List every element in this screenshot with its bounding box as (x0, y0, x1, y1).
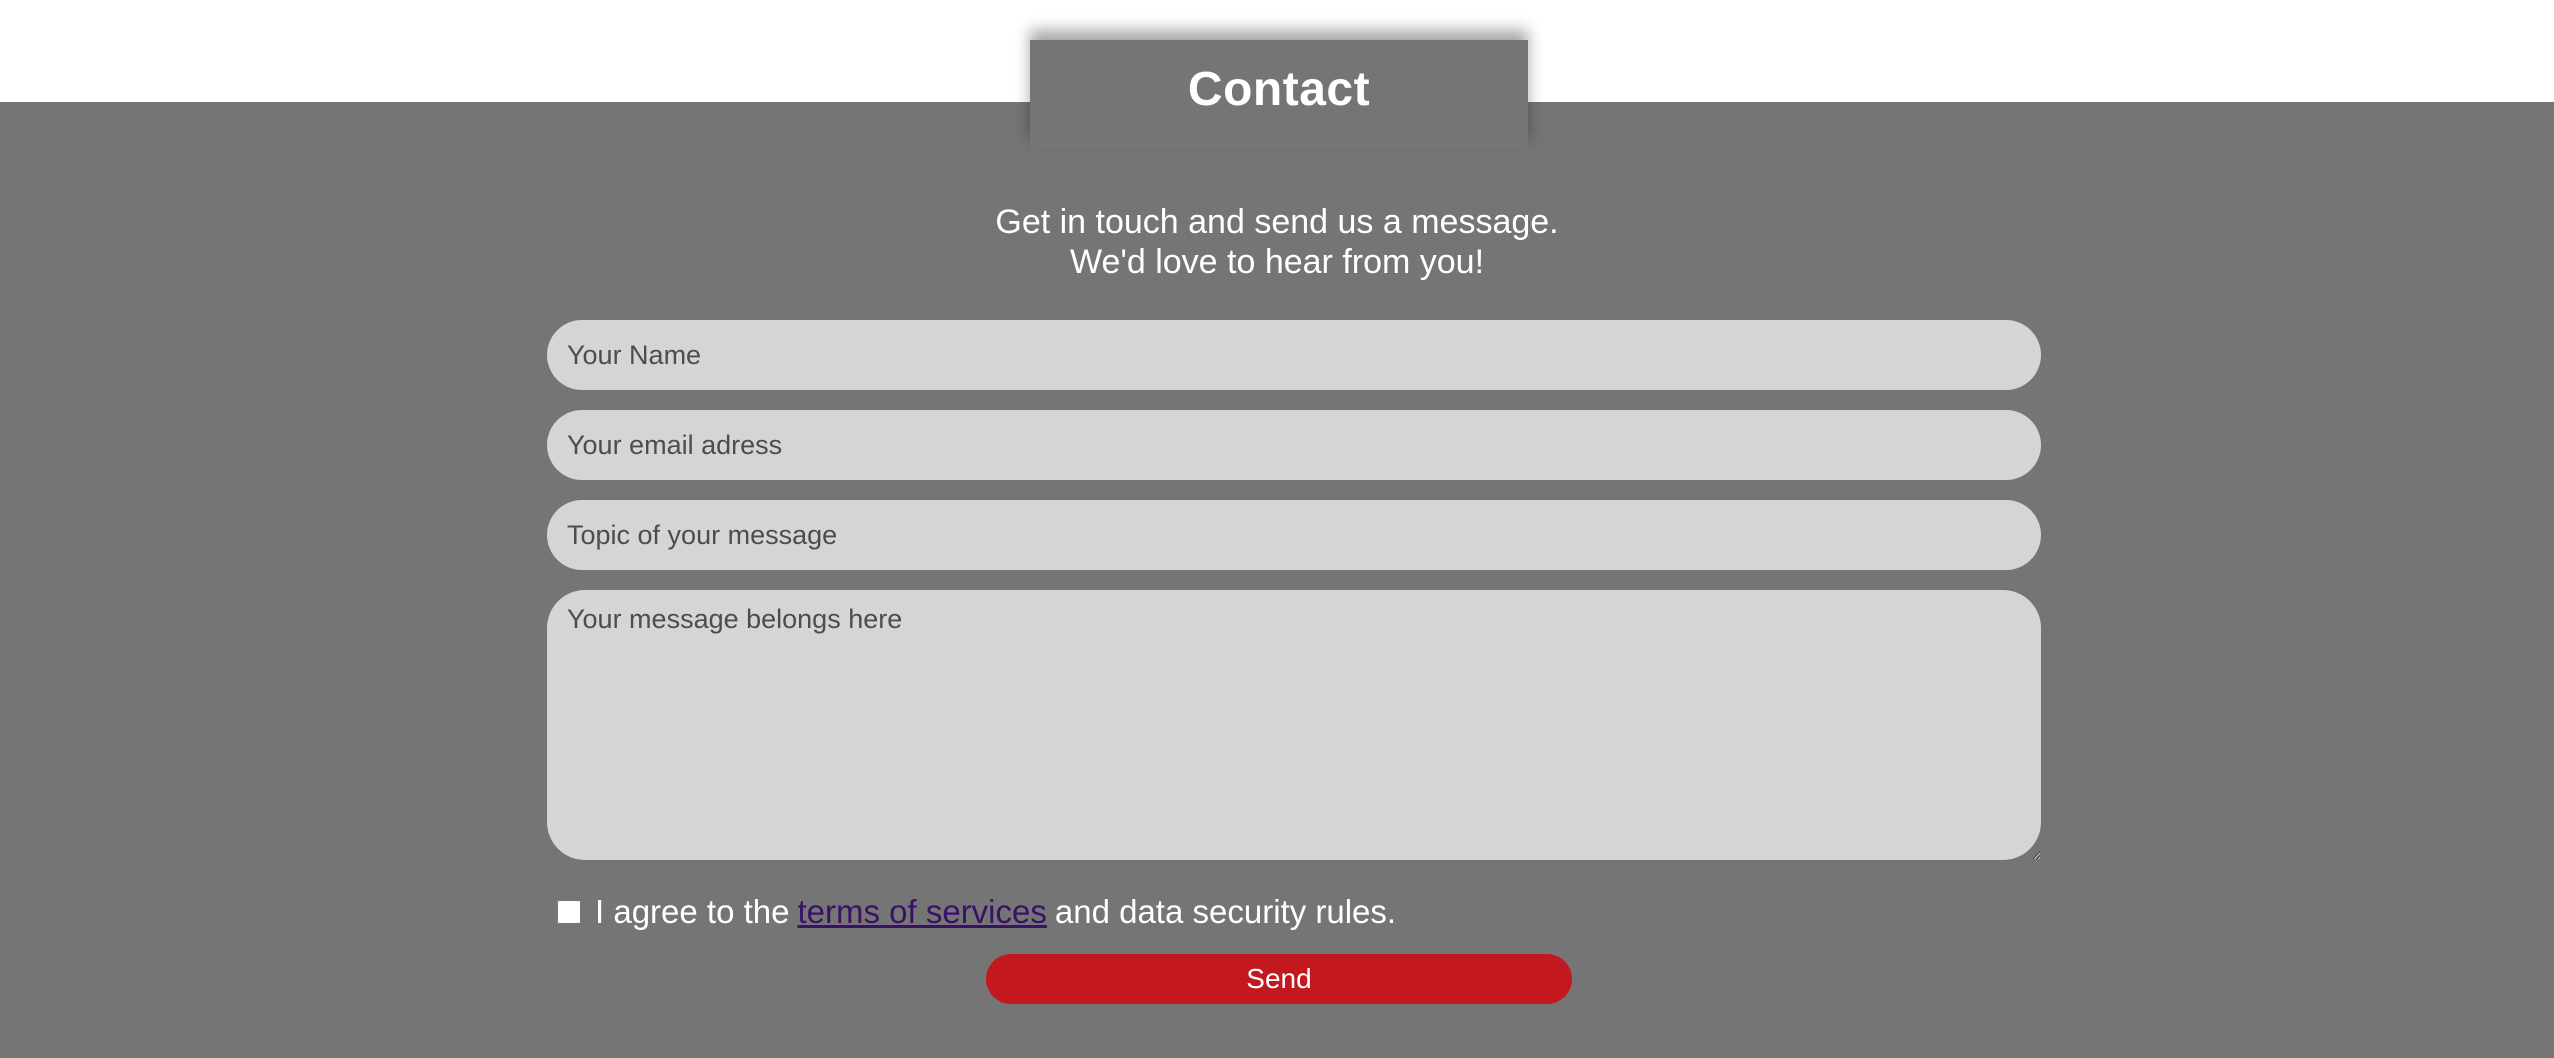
terms-of-service-link[interactable]: terms of services (797, 893, 1046, 931)
message-textarea[interactable] (547, 590, 2041, 860)
intro-line-1: Get in touch and send us a message. (995, 203, 1559, 241)
agree-prefix: I agree to the (595, 893, 790, 930)
send-button[interactable]: Send (986, 954, 1572, 1004)
contact-title-tab: Contact (1030, 40, 1528, 150)
email-input[interactable] (547, 410, 2041, 480)
name-input[interactable] (547, 320, 2041, 390)
terms-checkbox[interactable] (557, 900, 581, 924)
contact-intro: Get in touch and send us a message. We'd… (0, 202, 2554, 282)
topic-input[interactable] (547, 500, 2041, 570)
intro-line-2: We'd love to hear from you! (1069, 243, 1485, 281)
agree-suffix: and data security rules. (1054, 893, 1397, 930)
terms-agreement: I agree to the terms of services and dat… (557, 890, 1396, 934)
contact-title: Contact (1187, 63, 1371, 116)
